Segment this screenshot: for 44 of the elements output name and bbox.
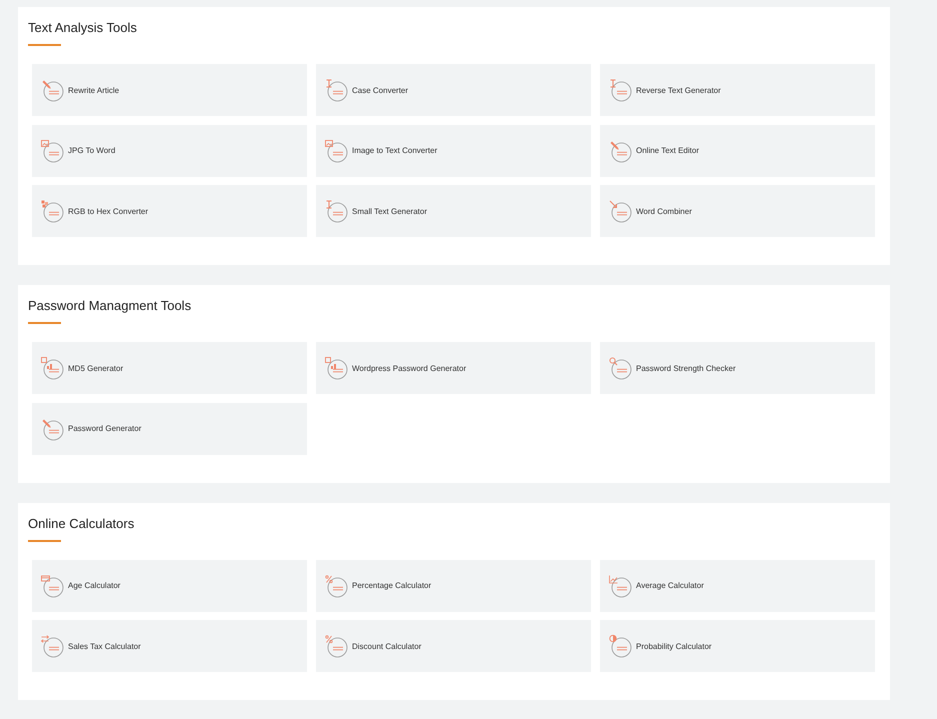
swatch-lines-icon bbox=[40, 199, 64, 223]
tool-link[interactable]: JPG To Word bbox=[32, 124, 307, 176]
cursor-lines-icon bbox=[608, 78, 632, 102]
tool-link[interactable]: Reverse Text Generator bbox=[600, 64, 875, 116]
magnifier-lines-icon bbox=[608, 356, 632, 380]
tool-link[interactable]: Rewrite Article bbox=[32, 64, 307, 116]
cursor-lines-icon bbox=[324, 199, 348, 223]
title-underline bbox=[28, 322, 61, 324]
pencil-lines-icon bbox=[40, 78, 64, 102]
tool-link[interactable]: MD5 Generator bbox=[32, 342, 307, 394]
line-chart-lines-icon bbox=[608, 574, 632, 598]
tool-link[interactable]: Small Text Generator bbox=[316, 185, 591, 237]
image-lines-icon bbox=[324, 138, 348, 162]
tool-link[interactable]: RGB to Hex Converter bbox=[32, 185, 307, 237]
tool-link[interactable]: Image to Text Converter bbox=[316, 124, 591, 176]
percent-lines-icon bbox=[324, 574, 348, 598]
image-lines-icon bbox=[40, 138, 64, 162]
pencil-lines-icon bbox=[608, 138, 632, 162]
pencil-lines-icon bbox=[40, 416, 64, 440]
tool-link[interactable]: Word Combiner bbox=[600, 185, 875, 237]
tool-link[interactable]: Percentage Calculator bbox=[316, 560, 591, 612]
tool-link[interactable]: Password Strength Checker bbox=[600, 342, 875, 394]
percent-lines-icon bbox=[324, 634, 348, 658]
tool-link[interactable]: Sales Tax Calculator bbox=[32, 620, 307, 672]
cursor-lines-icon bbox=[324, 78, 348, 102]
bar-chart-lines-icon bbox=[40, 356, 64, 380]
tool-link[interactable]: Case Converter bbox=[316, 64, 591, 116]
tool-link[interactable]: Password Generator bbox=[32, 402, 307, 454]
section-title: Online Calculators bbox=[28, 516, 134, 532]
tool-link[interactable]: Average Calculator bbox=[600, 560, 875, 612]
calendar-lines-icon bbox=[40, 574, 64, 598]
section-title: Text Analysis Tools bbox=[28, 20, 137, 36]
section-title: Password Managment Tools bbox=[28, 298, 192, 314]
tool-link[interactable]: Discount Calculator bbox=[316, 620, 591, 672]
arrows-lines-icon bbox=[40, 634, 64, 658]
arrow-lines-icon bbox=[608, 199, 632, 223]
tool-link[interactable]: Wordpress Password Generator bbox=[316, 342, 591, 394]
tool-link[interactable]: Online Text Editor bbox=[600, 124, 875, 176]
tool-link[interactable]: Probability Calculator bbox=[600, 620, 875, 672]
title-underline bbox=[28, 540, 61, 542]
tool-link[interactable]: Age Calculator bbox=[32, 560, 307, 612]
bar-chart-lines-icon bbox=[324, 356, 348, 380]
title-underline bbox=[28, 44, 61, 46]
toggle-lines-icon bbox=[608, 634, 632, 658]
